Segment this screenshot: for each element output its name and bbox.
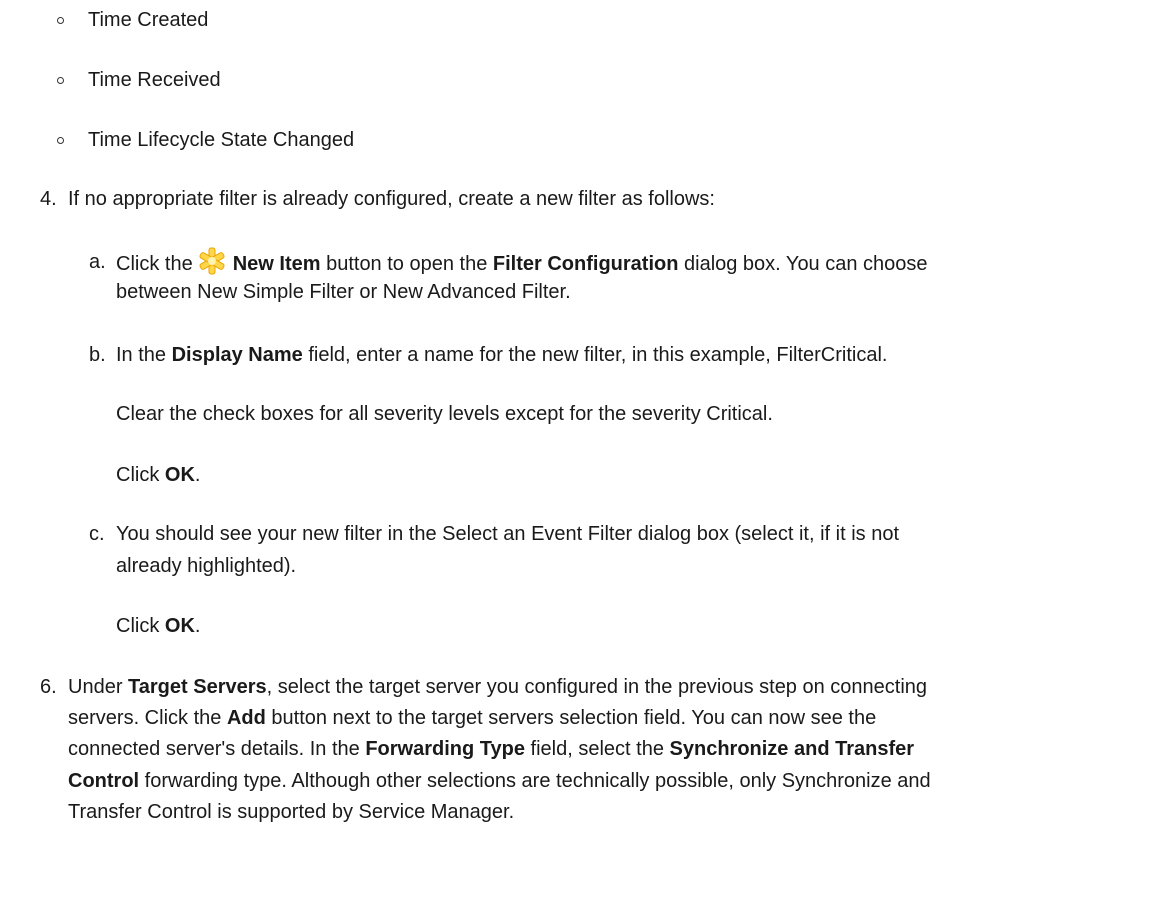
step-text: Under Target Servers, select the target … <box>68 676 928 698</box>
step-text-continued: between New Simple Filter or New Advance… <box>116 281 571 303</box>
list-item: Time Received <box>88 69 221 91</box>
step-text-continued: Transfer Control is supported by Service… <box>68 801 515 823</box>
step-text: You should see your new filter in the Se… <box>116 523 900 545</box>
step-number: a. <box>89 251 106 273</box>
step-number: 6. <box>40 676 57 698</box>
step-number: 4. <box>40 188 57 210</box>
paragraph: Click OK. <box>116 615 201 637</box>
bullet-marker <box>57 17 64 24</box>
list-item: Time Lifecycle State Changed <box>88 129 355 151</box>
step-text-continued: servers. Click the Add button next to th… <box>68 707 877 729</box>
bullet-marker <box>57 137 64 144</box>
step-text: If no appropriate filter is already conf… <box>68 188 715 210</box>
list-item: Time Created <box>88 9 209 31</box>
step-text-continued: connected server's details. In the Forwa… <box>68 738 915 760</box>
step-text: Click the New Item button to open the Fil… <box>116 246 928 278</box>
paragraph: Clear the check boxes for all severity l… <box>116 403 773 425</box>
bullet-marker <box>57 77 64 84</box>
step-text-continued: Control forwarding type. Although other … <box>68 770 931 792</box>
new-item-icon <box>197 246 227 276</box>
step-number: c. <box>89 523 105 545</box>
paragraph: Click OK. <box>116 464 201 486</box>
step-text: In the Display Name field, enter a name … <box>116 344 888 366</box>
step-number: b. <box>89 344 106 366</box>
step-text-continued: already highlighted). <box>116 555 297 577</box>
